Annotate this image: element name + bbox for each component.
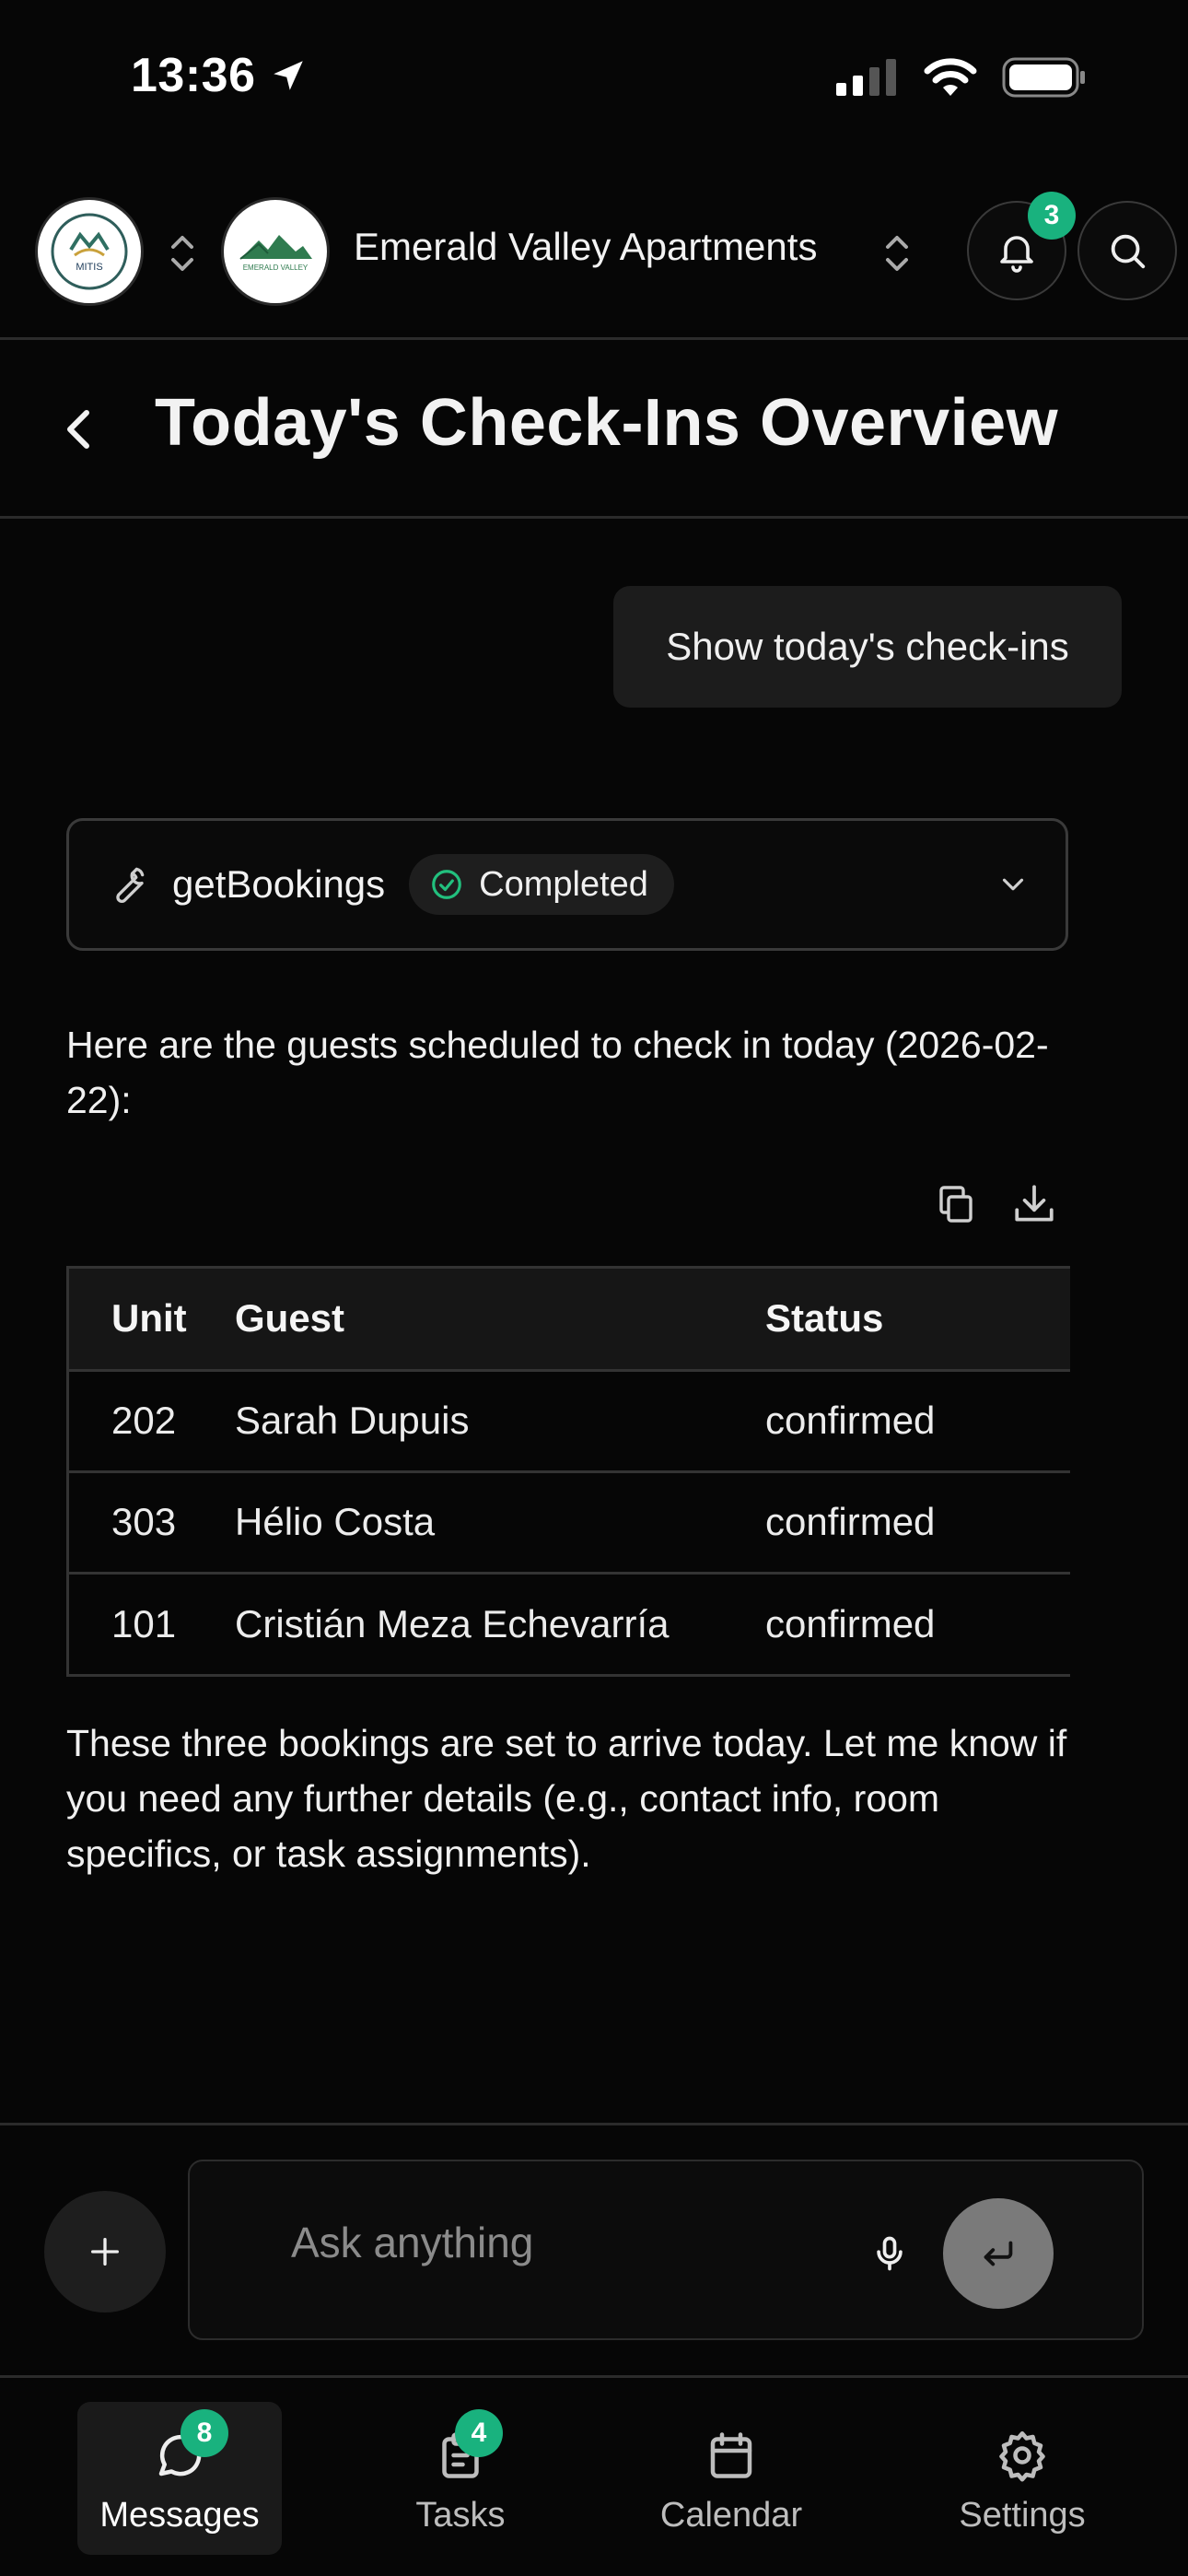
property-name[interactable]: Emerald Valley Apartments	[354, 225, 817, 269]
bookings-table: Unit Guest Status 202 Sarah Dupuis confi…	[66, 1266, 1070, 1677]
wrench-icon	[116, 867, 145, 904]
emerald-valley-logo-icon: EMERALD VALLEY	[239, 235, 312, 272]
add-attachment-button[interactable]	[44, 2191, 166, 2313]
table-header-row: Unit Guest Status	[69, 1269, 1070, 1372]
property-logo[interactable]: EMERALD VALLEY	[221, 197, 330, 306]
user-message-text: Show today's check-ins	[666, 625, 1069, 668]
cell-unit: 202	[69, 1370, 235, 1473]
cell-unit: 303	[69, 1471, 235, 1575]
cell-guest: Hélio Costa	[235, 1471, 765, 1575]
microphone-icon	[877, 2236, 903, 2271]
title-divider	[0, 516, 1188, 519]
search-button[interactable]	[1077, 201, 1177, 300]
tab-label-tasks: Tasks	[415, 2496, 506, 2535]
battery-icon	[1002, 57, 1085, 98]
search-icon	[1111, 234, 1146, 269]
cell-unit: 101	[111, 1601, 177, 1645]
organization-logo[interactable]: MITIS	[35, 197, 144, 306]
tool-name: getBookings	[172, 862, 386, 906]
bottom-tab-bar: Messages 8 Tasks 4 Calendar Settings	[0, 2375, 1188, 2576]
tab-messages[interactable]: Messages 8	[77, 2402, 282, 2555]
location-arrow-icon	[273, 61, 303, 90]
check-circle-icon	[432, 870, 462, 899]
cell-guest: Sarah Dupuis	[235, 1370, 765, 1473]
cell-status: confirmed	[765, 1601, 936, 1645]
svg-text:MITIS: MITIS	[76, 262, 102, 273]
back-chevron-icon[interactable]	[59, 404, 99, 455]
tab-label-messages: Messages	[99, 2496, 260, 2535]
table-row: 101 Cristián Meza Echevarría confirmed	[69, 1573, 1070, 1674]
send-button[interactable]	[943, 2198, 1054, 2309]
tool-status-badge: Completed	[409, 854, 674, 915]
signal-icon	[836, 59, 896, 96]
microphone-button[interactable]	[853, 2217, 926, 2290]
bell-icon	[1000, 236, 1033, 273]
plus-icon	[91, 2238, 119, 2266]
gear-icon	[999, 2431, 1045, 2482]
assistant-intro-text: Here are the guests scheduled to check i…	[66, 1024, 1049, 1121]
composer-divider	[0, 2123, 1188, 2125]
chevron-down-icon[interactable]	[996, 867, 1031, 902]
tab-settings[interactable]: Settings	[938, 2402, 1107, 2555]
enter-arrow-icon	[984, 2241, 1013, 2266]
tab-calendar[interactable]: Calendar	[645, 2402, 818, 2555]
status-bar-icons	[834, 57, 1087, 98]
tab-tasks[interactable]: Tasks 4	[387, 2402, 534, 2555]
mitis-logo-icon: MITIS	[51, 213, 128, 290]
svg-text:EMERALD VALLEY: EMERALD VALLEY	[243, 263, 309, 272]
property-switcher-chevrons-icon[interactable]	[880, 230, 914, 276]
calendar-icon	[710, 2432, 752, 2478]
message-input[interactable]	[291, 2206, 844, 2279]
message-composer	[188, 2160, 1144, 2340]
tool-status-text: Completed	[479, 864, 648, 904]
messages-count-badge: 8	[181, 2409, 228, 2457]
tool-call-card[interactable]: getBookings Completed	[66, 818, 1068, 951]
tasks-count-badge: 4	[455, 2409, 503, 2457]
status-bar-time: 13:36	[131, 48, 308, 103]
bookings-table-grid: Unit Guest Status 202 Sarah Dupuis confi…	[69, 1269, 1070, 1674]
page-title: Today's Check-Ins Overview	[155, 386, 1059, 460]
user-message-bubble: Show today's check-ins	[613, 586, 1122, 708]
tab-label-settings: Settings	[959, 2496, 1086, 2535]
clock-text: 13:36	[131, 49, 256, 102]
notification-count-badge: 3	[1028, 192, 1076, 240]
column-header-status[interactable]: Status	[765, 1269, 1070, 1372]
wifi-icon	[924, 58, 977, 96]
cell-status: confirmed	[765, 1370, 1070, 1473]
download-icon[interactable]	[1011, 1181, 1057, 1227]
assistant-closing-text: These three bookings are set to arrive t…	[66, 1722, 1067, 1875]
header-divider	[0, 337, 1188, 340]
cell-status: confirmed	[765, 1471, 1070, 1575]
org-switcher-chevrons-icon[interactable]	[166, 230, 199, 276]
column-header-guest[interactable]: Guest	[235, 1269, 765, 1372]
table-row: 303 Hélio Costa confirmed	[69, 1471, 1070, 1575]
table-row: 202 Sarah Dupuis confirmed	[69, 1370, 1070, 1473]
column-header-unit[interactable]: Unit	[69, 1269, 235, 1372]
copy-icon[interactable]	[934, 1181, 978, 1227]
cell-guest: Cristián Meza Echevarría	[235, 1601, 670, 1645]
tab-label-calendar: Calendar	[659, 2496, 803, 2535]
